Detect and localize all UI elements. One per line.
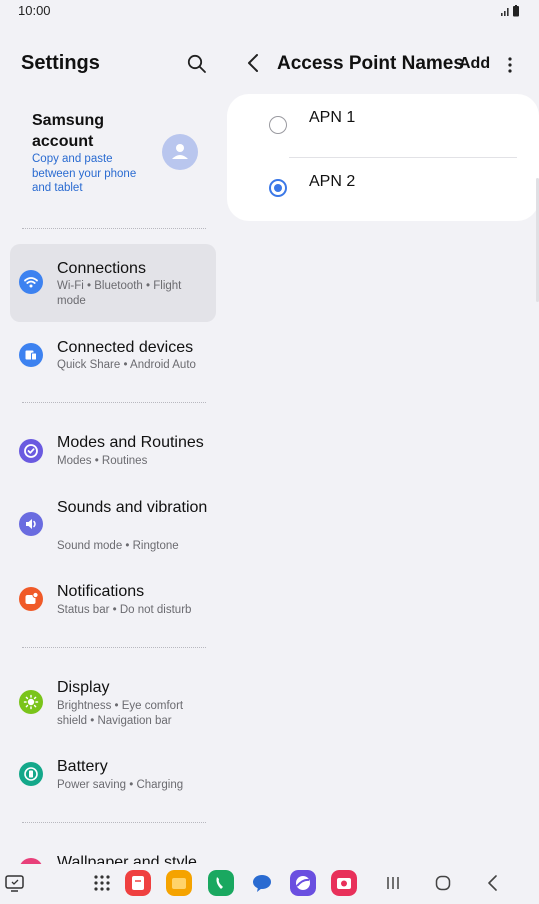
camera-app-icon[interactable] (331, 870, 357, 896)
search-icon[interactable] (186, 53, 208, 75)
sidebar-item-label: Display (57, 679, 110, 696)
sidebar-item-subtitle: Sound mode • Ringtone (57, 540, 179, 552)
account-subtitle: Copy and paste between your phone and ta… (32, 153, 137, 194)
sidebar-item-subtitle: Status bar • Do not disturb (57, 604, 192, 616)
sidebar-item-connections[interactable]: Connections Wi-Fi • Bluetooth • Flight m… (10, 244, 216, 322)
sidebar-item-label: Connections (57, 260, 146, 277)
add-button[interactable]: Add (459, 55, 490, 73)
samsung-account-card[interactable]: Samsung account Copy and paste between y… (10, 104, 216, 204)
apn-item[interactable]: APN 2 (227, 158, 539, 220)
notes-app-icon[interactable] (125, 870, 151, 896)
notification-icon (19, 587, 43, 611)
section-divider (22, 822, 206, 823)
wifi-icon (19, 270, 43, 294)
sidebar-item-label: Modes and Routines (57, 434, 204, 451)
status-bar: 10:00 (0, 0, 539, 24)
sidebar-item-subtitle: Wi-Fi • Bluetooth • Flight mode (57, 280, 182, 307)
more-vert-icon[interactable] (503, 54, 517, 76)
apn-radio[interactable] (269, 116, 287, 134)
settings-pane: Settings Samsung account Copy and paste … (0, 24, 226, 864)
recents-icon[interactable] (380, 870, 406, 896)
apn-radio[interactable] (269, 179, 287, 197)
apps-grid-icon[interactable] (89, 870, 115, 896)
section-divider (22, 402, 206, 403)
brightness-icon (19, 690, 43, 714)
sidebar-item-label: Connected devices (57, 339, 194, 356)
files-app-icon[interactable] (166, 870, 192, 896)
battery-icon (501, 5, 519, 17)
sidebar-item-subtitle: Quick Share • Android Auto (57, 359, 196, 371)
browser-app-icon[interactable] (290, 870, 316, 896)
apn-name: APN 1 (309, 109, 356, 126)
apn-title: Access Point Names (277, 53, 464, 74)
sidebar-item-battery[interactable]: Battery Power saving • Charging (10, 748, 216, 826)
person-icon (172, 144, 188, 159)
sidebar-item-label: Battery (57, 758, 108, 775)
status-time: 10:00 (18, 3, 51, 18)
routines-icon (19, 439, 43, 463)
section-divider (22, 228, 206, 229)
sidebar-item-label: Wallpaper and style (57, 854, 197, 864)
sidebar-item-connected-devices[interactable]: Connected devices Quick Share • Android … (10, 324, 216, 402)
apn-list: APN 1 APN 2 (227, 94, 539, 221)
sidebar-item-sounds-vibration[interactable]: Sounds and vibration Sound mode • Ringto… (10, 494, 216, 572)
sidebar-item-subtitle: Power saving • Charging (57, 779, 184, 791)
phone-app-icon[interactable] (208, 870, 234, 896)
sidebar-item-modes-routines[interactable]: Modes and Routines Modes • Routines (10, 421, 216, 499)
apn-item[interactable]: APN 1 (227, 94, 539, 156)
apn-header: Access Point Names Add (226, 24, 539, 84)
sidebar-item-label: Notifications (57, 583, 145, 600)
back-icon[interactable] (480, 870, 506, 896)
sidebar-item-label: Sounds and vibration (57, 499, 208, 516)
page-title: Settings (21, 52, 100, 74)
apn-name: APN 2 (309, 173, 356, 190)
back-arrow-icon[interactable] (244, 52, 264, 74)
sidebar-item-wallpaper[interactable]: Wallpaper and style (10, 844, 216, 864)
avatar (162, 134, 198, 170)
screenshot-icon[interactable] (2, 870, 28, 896)
messages-app-icon[interactable] (249, 870, 275, 896)
battery-settings-icon (19, 762, 43, 786)
sidebar-item-notifications[interactable]: Notifications Status bar • Do not distur… (10, 572, 216, 650)
sidebar-item-subtitle: Modes • Routines (57, 455, 148, 467)
sidebar-item-subtitle: Brightness • Eye comfort shield • Naviga… (57, 700, 184, 727)
account-name: Samsung account (32, 112, 105, 150)
section-divider (22, 647, 206, 648)
navigation-bar (0, 864, 539, 904)
sidebar-item-display[interactable]: Display Brightness • Eye comfort shield … (10, 669, 216, 747)
devices-icon (19, 343, 43, 367)
home-icon[interactable] (430, 870, 456, 896)
volume-icon (19, 512, 43, 536)
